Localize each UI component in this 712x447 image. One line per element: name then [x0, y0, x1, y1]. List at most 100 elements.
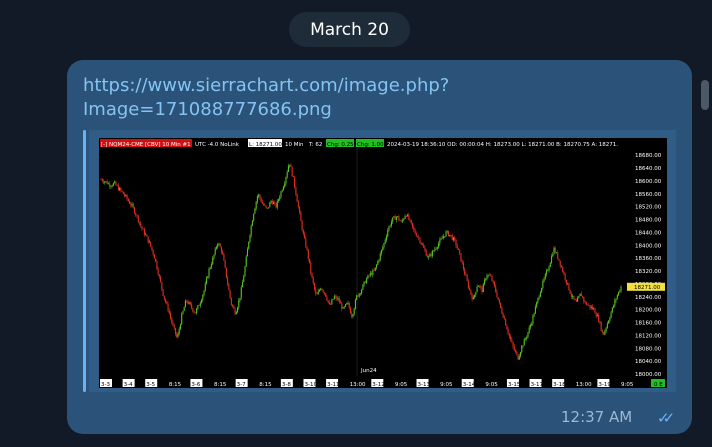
candle-body: [358, 293, 360, 297]
candle-body: [203, 290, 205, 295]
candle-body: [397, 216, 399, 217]
candle-body: [467, 280, 469, 288]
candle-body: [232, 304, 234, 307]
candle-body: [413, 226, 415, 230]
y-tick-label: 18640.00: [635, 166, 662, 172]
candle-body: [304, 233, 306, 239]
candle-body: [445, 231, 447, 237]
x-tick-label: 8:15: [259, 382, 272, 388]
candle-body: [503, 317, 505, 319]
candle-body: [461, 261, 463, 263]
candle-body: [338, 298, 340, 302]
candle-body: [419, 237, 421, 243]
candle-body: [589, 305, 591, 308]
candle-body: [295, 187, 297, 195]
y-tick-label: 18000.00: [635, 372, 662, 378]
candle-body: [449, 234, 451, 237]
candle-body: [399, 220, 401, 222]
candle-body: [583, 297, 585, 302]
candle-body: [297, 201, 299, 207]
candle-body: [599, 321, 601, 323]
candle-body: [186, 300, 188, 302]
candle-body: [533, 313, 535, 316]
candle-body: [447, 231, 450, 237]
candle-body: [150, 241, 152, 247]
candle-body: [497, 297, 499, 300]
x-tick-label: 3-10: [304, 382, 317, 388]
link-preview[interactable]: [-] NQM24-CME [CBV] 10 Min #1 UTC -4.0 No…: [89, 130, 676, 392]
candle-body: [311, 272, 313, 278]
candle-body: [536, 302, 538, 307]
x-tick-label: 3-6: [191, 382, 200, 388]
candle-body: [476, 286, 478, 292]
candle-body: [268, 207, 270, 208]
candle-body: [284, 183, 286, 187]
candle-body: [115, 181, 117, 186]
candle-body: [496, 291, 498, 298]
candle-body: [433, 250, 435, 252]
candle-body: [542, 280, 544, 288]
candle-body: [198, 305, 200, 306]
candle-body: [527, 332, 529, 338]
chart-header-text: UTC -4.0 NoLink: [195, 142, 240, 148]
link-line-1[interactable]: https://www.sierrachart.com/image.php?: [83, 74, 673, 98]
y-tick-label: 18320.00: [635, 269, 662, 275]
link-line-2[interactable]: Image=171088777686.png: [83, 98, 673, 122]
candle-body: [408, 214, 410, 220]
chart-image[interactable]: [-] NQM24-CME [CBV] 10 Min #1 UTC -4.0 No…: [99, 138, 667, 388]
candle-body: [549, 262, 551, 268]
candle-body: [481, 287, 483, 293]
candle-body: [332, 299, 334, 300]
candle-body: [523, 339, 525, 346]
x-tick-label: 9:05: [395, 382, 408, 388]
candle-body: [199, 302, 201, 306]
candle-body: [255, 201, 257, 209]
candle-body: [457, 248, 460, 250]
candle-body: [168, 310, 170, 314]
candle-body: [177, 333, 179, 337]
candle-body: [191, 304, 193, 309]
candle-body: [227, 277, 229, 285]
candle-body: [234, 308, 236, 315]
candle-body: [554, 247, 556, 253]
x-tick-label: 3-17: [531, 382, 544, 388]
candle-body: [129, 201, 131, 204]
x-tick-label: 9:05: [621, 382, 634, 388]
candle-body: [485, 278, 487, 280]
candle-body: [366, 278, 368, 283]
candle-body: [207, 276, 209, 279]
candle-body: [546, 270, 548, 275]
candle-body: [328, 302, 330, 305]
candle-body: [585, 302, 587, 305]
candle-body: [582, 296, 584, 298]
candle-body: [439, 239, 441, 244]
candle-body: [455, 239, 457, 246]
candle-body: [380, 250, 383, 254]
x-tick-label: 3-14: [463, 382, 476, 388]
candle-body: [275, 203, 277, 208]
candle-body: [273, 202, 275, 204]
candle-body: [459, 249, 461, 254]
candle-body: [407, 214, 409, 217]
preview-accent-bar: [83, 130, 86, 392]
candle-body: [490, 275, 492, 277]
candle-body: [141, 226, 143, 229]
candle-body: [594, 308, 596, 314]
candle-body: [435, 248, 437, 250]
chart-header-text: 2024-03-19 18:36:10 OD: 00:00:04 H: 1827…: [387, 142, 618, 148]
message-link[interactable]: https://www.sierrachart.com/image.php? I…: [83, 74, 673, 122]
candle-body: [230, 298, 232, 305]
scrollbar-thumb[interactable]: [701, 80, 709, 110]
candle-body: [376, 264, 378, 268]
candle-body: [258, 194, 260, 197]
candle-body: [285, 177, 287, 184]
candle-body: [120, 188, 122, 191]
candle-body: [327, 300, 329, 303]
candle-body: [302, 230, 304, 234]
candle-body: [138, 222, 141, 224]
x-tick-label: 3-7: [237, 382, 246, 388]
message-bubble[interactable]: https://www.sierrachart.com/image.php? I…: [67, 60, 692, 434]
candle-body: [383, 243, 385, 248]
candle-body: [248, 241, 250, 249]
candle-body: [466, 275, 468, 281]
